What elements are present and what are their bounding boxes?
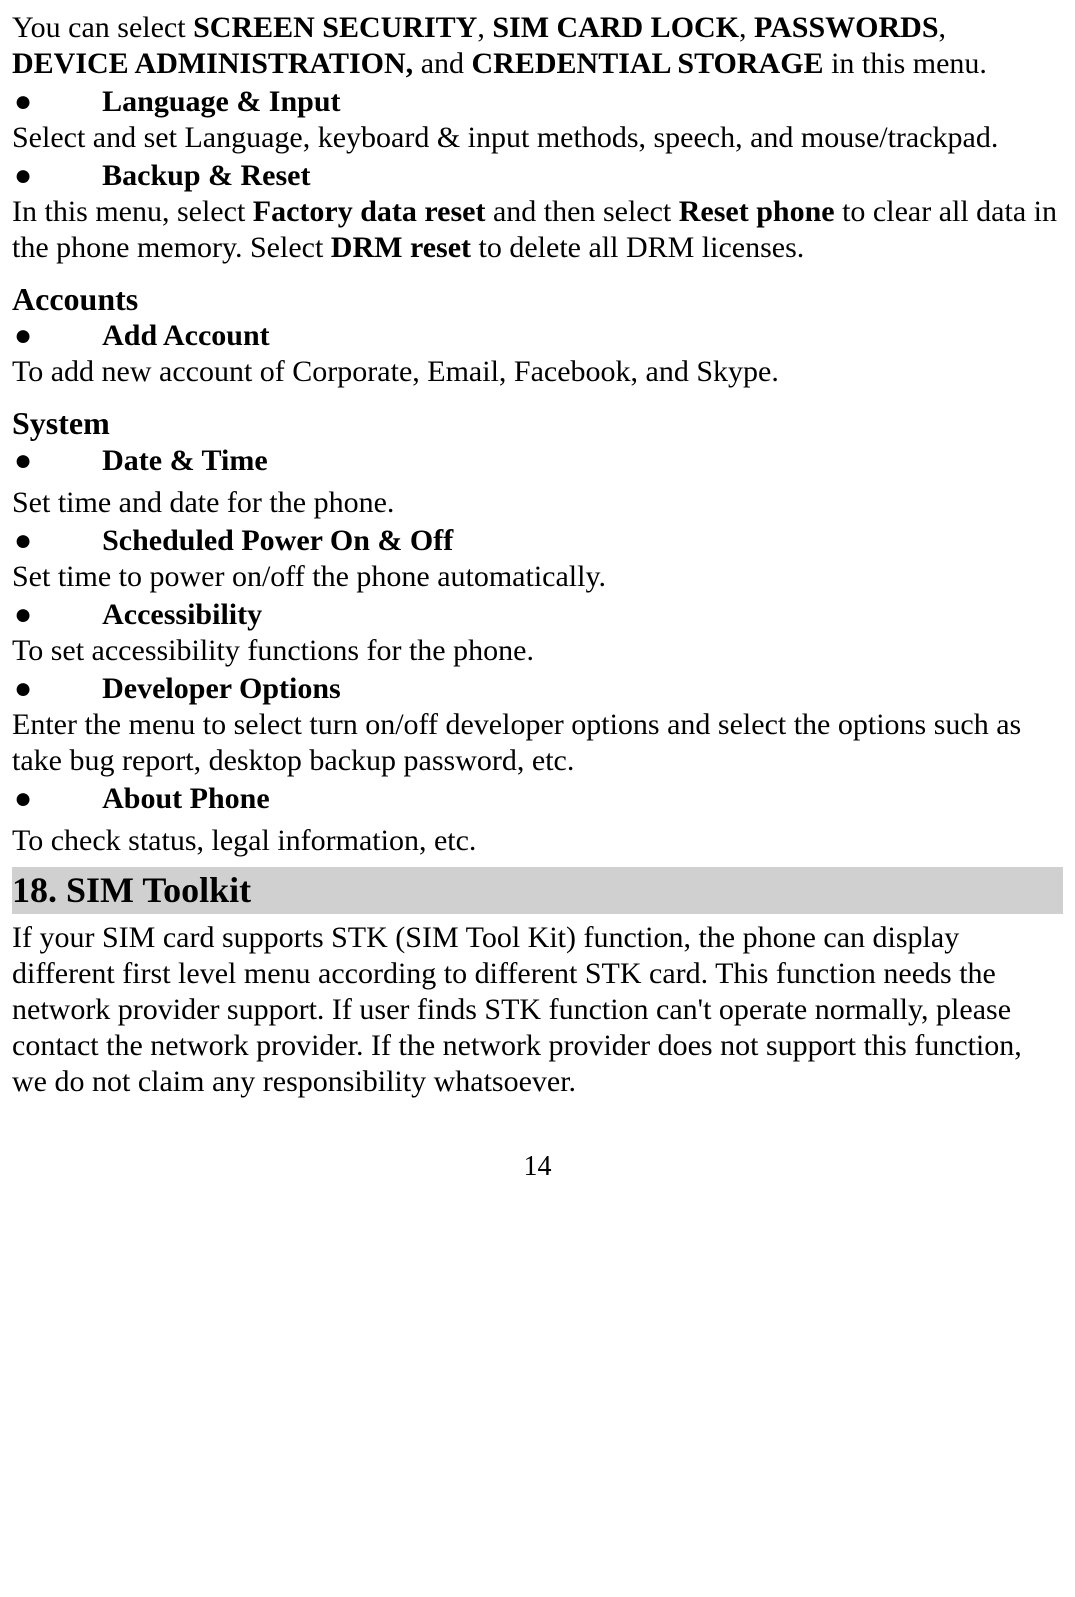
intro-bold-1: SCREEN SECURITY xyxy=(193,11,477,44)
bullet-icon: ● xyxy=(14,671,32,707)
bullet-icon: ● xyxy=(14,158,32,194)
br-b1: Factory data reset xyxy=(253,195,486,228)
bullet-backup-reset: ● Backup & Reset xyxy=(12,158,1063,194)
br-b2: Reset phone xyxy=(679,195,835,228)
add-account-title: Add Account xyxy=(102,318,270,354)
developer-options-title: Developer Options xyxy=(102,671,341,707)
bullet-date-time: ● Date & Time xyxy=(12,443,1063,479)
intro-bold-4: DEVICE ADMINISTRATION, xyxy=(12,47,413,80)
br-b3: DRM reset xyxy=(331,231,471,264)
backup-reset-desc: In this menu, select Factory data reset … xyxy=(12,194,1063,266)
scheduled-power-desc: Set time to power on/off the phone autom… xyxy=(12,559,1063,595)
bullet-accessibility: ● Accessibility xyxy=(12,597,1063,633)
add-account-desc: To add new account of Corporate, Email, … xyxy=(12,354,1063,390)
intro-bold-3: PASSWORDS xyxy=(754,11,938,44)
date-time-desc: Set time and date for the phone. xyxy=(12,485,1063,521)
br-p4: to delete all DRM licenses. xyxy=(471,231,804,264)
developer-options-desc: Enter the menu to select turn on/off dev… xyxy=(12,707,1063,779)
intro-sep-2: , xyxy=(739,11,754,44)
intro-bold-2: SIM CARD LOCK xyxy=(492,11,739,44)
bullet-about-phone: ● About Phone xyxy=(12,781,1063,817)
language-input-title: Language & Input xyxy=(102,84,340,120)
bullet-icon: ● xyxy=(14,443,32,479)
bullet-icon: ● xyxy=(14,597,32,633)
sim-toolkit-desc: If your SIM card supports STK (SIM Tool … xyxy=(12,920,1063,1100)
bullet-icon: ● xyxy=(14,523,32,559)
intro-sep-1: , xyxy=(477,11,492,44)
intro-sep-4: and xyxy=(413,47,471,80)
br-p1: In this menu, select xyxy=(12,195,253,228)
bullet-add-account: ● Add Account xyxy=(12,318,1063,354)
accessibility-title: Accessibility xyxy=(102,597,262,633)
accounts-heading: Accounts xyxy=(12,280,1063,318)
bullet-scheduled-power: ● Scheduled Power On & Off xyxy=(12,523,1063,559)
sim-toolkit-chapter: 18. SIM Toolkit xyxy=(12,867,1063,914)
date-time-title: Date & Time xyxy=(102,443,268,479)
about-phone-title: About Phone xyxy=(102,781,270,817)
bullet-icon: ● xyxy=(14,318,32,354)
intro-sep-3: , xyxy=(939,11,947,44)
about-phone-desc: To check status, legal information, etc. xyxy=(12,823,1063,859)
intro-paragraph: You can select SCREEN SECURITY, SIM CARD… xyxy=(12,10,1063,82)
page-number: 14 xyxy=(12,1150,1063,1184)
system-heading: System xyxy=(12,404,1063,442)
accessibility-desc: To set accessibility functions for the p… xyxy=(12,633,1063,669)
scheduled-power-title: Scheduled Power On & Off xyxy=(102,523,453,559)
intro-tail: in this menu. xyxy=(824,47,987,80)
language-input-desc: Select and set Language, keyboard & inpu… xyxy=(12,120,1063,156)
backup-reset-title: Backup & Reset xyxy=(102,158,310,194)
bullet-icon: ● xyxy=(14,84,32,120)
bullet-developer-options: ● Developer Options xyxy=(12,671,1063,707)
bullet-language-input: ● Language & Input xyxy=(12,84,1063,120)
intro-bold-5: CREDENTIAL STORAGE xyxy=(472,47,824,80)
intro-text: You can select xyxy=(12,11,193,44)
bullet-icon: ● xyxy=(14,781,32,817)
br-p2: and then select xyxy=(485,195,678,228)
